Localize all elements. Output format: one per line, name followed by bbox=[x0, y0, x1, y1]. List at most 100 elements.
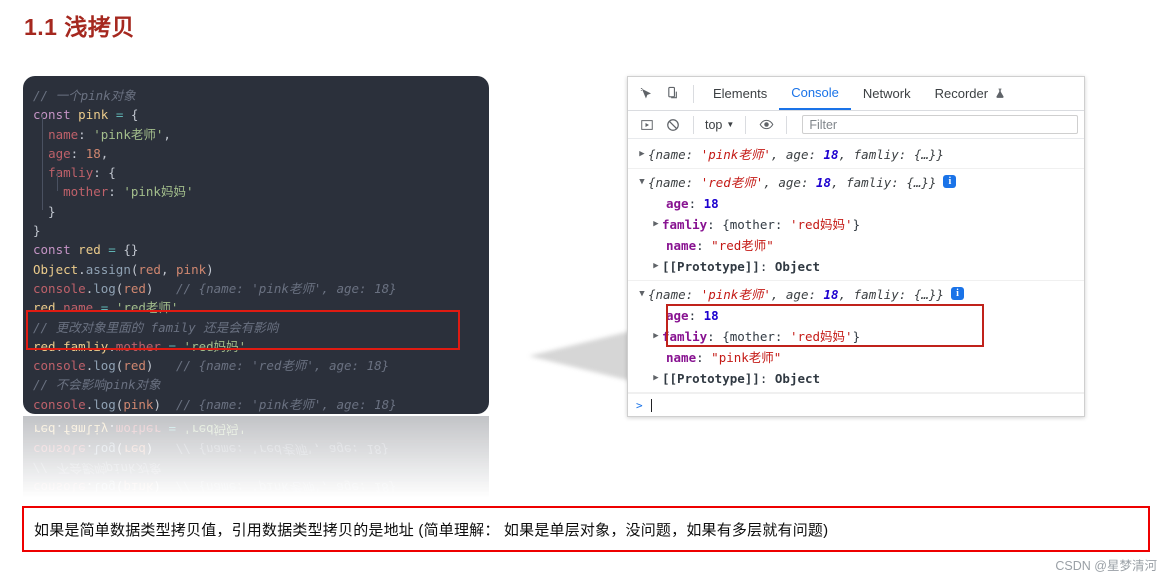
property-token: age bbox=[666, 196, 689, 211]
property-token: Object bbox=[774, 259, 821, 274]
code-token: // {name: 'red老师', age: 18} bbox=[176, 441, 390, 457]
object-preview: {name: 'pink老师', age: 18, famliy: {…}} bbox=[648, 144, 944, 165]
collapse-triangle-icon[interactable]: ▼ bbox=[636, 284, 648, 305]
code-line: console.log(red) // {name: 'pink老师', age… bbox=[23, 279, 489, 298]
code-token: pink bbox=[123, 396, 154, 412]
code-line: mother: 'pink妈妈' bbox=[23, 182, 489, 201]
code-token: assign bbox=[85, 261, 131, 277]
preview-token: {name: bbox=[648, 147, 701, 162]
code-token: red bbox=[33, 422, 56, 438]
property-token: : bbox=[688, 196, 704, 211]
console-prompt[interactable]: > bbox=[628, 393, 1084, 416]
expand-triangle-icon[interactable]: ▶ bbox=[650, 326, 662, 347]
code-token: red bbox=[78, 242, 101, 258]
tab-recorder-label: Recorder bbox=[934, 86, 989, 101]
console-property-row[interactable]: age: 18 bbox=[628, 305, 1084, 326]
code-token: 18 bbox=[85, 145, 101, 161]
devtools-panel: Elements Console Network Recorder top ▼ … bbox=[627, 76, 1085, 417]
console-context-selector[interactable]: top ▼ bbox=[701, 118, 738, 132]
code-token: // {name: 'pink老师', age: 18} bbox=[176, 480, 397, 496]
property-token: [[Prototype]] bbox=[662, 259, 760, 274]
console-property-row[interactable]: ▶ famliy: {mother: 'red妈妈'} bbox=[628, 326, 1084, 347]
code-token: } bbox=[33, 223, 41, 239]
property-token: } bbox=[852, 329, 861, 344]
info-badge-icon[interactable]: i bbox=[950, 287, 964, 300]
console-property-row[interactable]: ▶ [[Prototype]]: Object bbox=[628, 368, 1084, 389]
code-line: } bbox=[23, 202, 489, 221]
console-log-list: ▶ {name: 'pink老师', age: 18, famliy: {…}} ▼… bbox=[628, 139, 1084, 393]
filterbar-divider-1 bbox=[693, 115, 694, 134]
expand-triangle-icon[interactable]: ▶ bbox=[650, 368, 662, 389]
code-token: red bbox=[138, 261, 161, 277]
filter-input[interactable] bbox=[802, 115, 1078, 134]
execute-icon[interactable] bbox=[634, 112, 660, 138]
collapse-triangle-icon[interactable]: ▼ bbox=[636, 172, 648, 193]
code-block: // 一个pink对象 const pink = { name: 'pink老师'… bbox=[23, 76, 489, 414]
code-token: 'red妈妈' bbox=[183, 422, 247, 438]
preview-token: 'pink老师' bbox=[700, 147, 771, 162]
console-property-row[interactable]: age: 18 bbox=[628, 193, 1084, 214]
filterbar-divider-3 bbox=[786, 115, 788, 134]
code-line: // 更改对象里面的 family 还是会有影响 bbox=[23, 318, 489, 337]
code-token: const bbox=[33, 242, 71, 258]
tab-recorder[interactable]: Recorder bbox=[923, 77, 1018, 110]
expand-triangle-icon[interactable]: ▶ bbox=[636, 144, 648, 165]
code-token: { bbox=[123, 107, 139, 123]
code-line: } bbox=[23, 221, 489, 240]
property-token: : bbox=[696, 350, 712, 365]
console-context-label: top bbox=[705, 117, 723, 132]
property-token: } bbox=[852, 217, 861, 232]
live-expression-eye-icon[interactable] bbox=[753, 112, 779, 138]
code-token: 'red妈妈' bbox=[183, 338, 247, 354]
code-token: famliy bbox=[63, 422, 109, 438]
console-log-entry[interactable]: ▶ {name: 'pink老师', age: 18, famliy: {…}} bbox=[628, 141, 1084, 169]
clear-console-icon[interactable] bbox=[660, 112, 686, 138]
console-log-preview-row[interactable]: ▼ {name: 'pink老师', age: 18, famliy: {…}} i bbox=[628, 284, 1084, 305]
inspect-element-icon[interactable] bbox=[634, 81, 660, 107]
property-token: 18 bbox=[703, 196, 719, 211]
code-token: mother bbox=[115, 338, 161, 354]
expand-triangle-icon[interactable]: ▶ bbox=[650, 256, 662, 277]
code-token: console bbox=[33, 480, 86, 496]
console-property-row[interactable]: ▶ famliy: {mother: 'red妈妈'} bbox=[628, 214, 1084, 235]
property-token: famliy bbox=[662, 217, 708, 232]
code-token: // {name: 'pink老师', age: 18} bbox=[176, 396, 397, 412]
code-token: // 一个pink对象 bbox=[33, 88, 136, 103]
preview-token: , age: bbox=[763, 175, 817, 190]
tab-network[interactable]: Network bbox=[851, 77, 923, 110]
console-log-preview-row[interactable]: ▶ {name: 'pink老师', age: 18, famliy: {…}} bbox=[628, 144, 1084, 165]
callout-triangle bbox=[529, 330, 635, 382]
code-token: . bbox=[55, 422, 64, 438]
code-token: red bbox=[33, 300, 56, 316]
console-property-row[interactable]: name: "pink老师" bbox=[628, 347, 1084, 368]
code-token: log bbox=[93, 358, 116, 374]
expand-triangle-icon[interactable]: ▶ bbox=[650, 214, 662, 235]
console-property-row[interactable]: name: "red老师" bbox=[628, 235, 1084, 256]
code-token: . bbox=[78, 261, 86, 277]
device-toolbar-icon[interactable] bbox=[660, 81, 686, 107]
console-log-entry[interactable]: ▼ {name: 'red老师', age: 18, famliy: {…}} i a… bbox=[628, 169, 1084, 281]
console-property-row[interactable]: ▶ [[Prototype]]: Object bbox=[628, 256, 1084, 277]
code-token: : { bbox=[93, 165, 116, 181]
tab-console[interactable]: Console bbox=[779, 77, 851, 110]
code-token: : bbox=[78, 126, 94, 142]
info-badge-icon[interactable]: i bbox=[943, 175, 957, 188]
code-line: // 不会影响pink对象 bbox=[23, 459, 489, 478]
console-log-preview-row[interactable]: ▼ {name: 'red老师', age: 18, famliy: {…}} i bbox=[628, 172, 1084, 193]
code-token: log bbox=[93, 396, 116, 412]
code-token: mother bbox=[115, 422, 161, 438]
console-log-entry[interactable]: ▼ {name: 'pink老师', age: 18, famliy: {…}} i… bbox=[628, 281, 1084, 393]
code-token: console bbox=[33, 358, 86, 374]
tab-elements[interactable]: Elements bbox=[701, 77, 779, 110]
code-token: , bbox=[163, 126, 171, 142]
property-token: name bbox=[666, 350, 697, 365]
property-token: 'red妈妈' bbox=[789, 329, 853, 344]
code-token: age bbox=[48, 145, 71, 161]
property-token: : bbox=[759, 371, 775, 386]
preview-token: , age: bbox=[770, 147, 824, 162]
